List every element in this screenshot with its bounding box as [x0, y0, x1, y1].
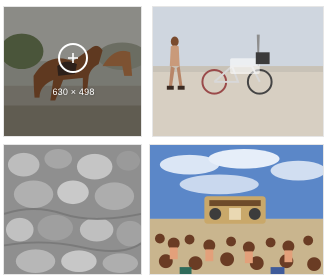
gallery-thumb-festival-stage[interactable]: [149, 144, 324, 275]
zoom-button[interactable]: [58, 43, 88, 73]
plus-icon: [68, 53, 78, 63]
image-dimensions: 630 × 498: [52, 87, 95, 97]
festival-stage-image: [150, 145, 323, 274]
mud-crowd-image: [4, 145, 141, 274]
desert-bicycle-image: [153, 7, 323, 136]
gallery-thumb-horse[interactable]: 630 × 498: [3, 6, 142, 137]
gallery-thumb-desert-bicycle[interactable]: [152, 6, 324, 137]
gallery-thumb-mud-crowd[interactable]: [3, 144, 142, 275]
image-grid: 630 × 498: [0, 0, 325, 275]
